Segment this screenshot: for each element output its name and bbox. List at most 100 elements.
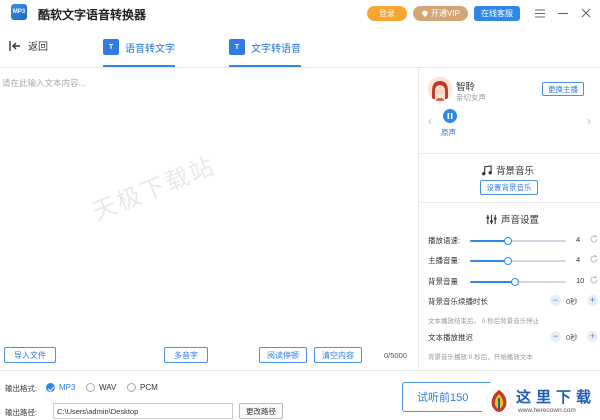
back-icon	[9, 40, 20, 51]
bgm-volume-slider[interactable]	[470, 278, 566, 286]
slider-label: 背景音量	[428, 277, 458, 286]
radio-checked-icon	[46, 383, 55, 392]
site-badge: 这里下载 www.herecown.com	[482, 383, 600, 420]
change-anchor-button[interactable]: 更换主播	[542, 82, 584, 96]
anchor-section: 智聆 亲切女声 更换主播 ‹ › 原声	[419, 69, 600, 153]
chevron-right-icon[interactable]: ›	[587, 114, 591, 128]
bgm-volume-slider-row: 背景音量 10	[428, 275, 599, 288]
menu-icon[interactable]	[532, 5, 548, 21]
slider-fill	[470, 281, 516, 283]
polyphone-button[interactable]: 多音字	[164, 347, 208, 363]
radio-label: MP3	[59, 383, 76, 392]
tab-icon-text: T	[108, 43, 114, 51]
stepper-label: 背景音乐续播时长	[428, 297, 488, 306]
app-title: 酷软文字语音转换器	[38, 8, 147, 22]
slider-handle[interactable]	[511, 278, 520, 286]
text-delay-hint: 背景音乐播放 0 秒后，开始播放文本	[428, 354, 533, 361]
radio-unchecked-icon	[127, 383, 136, 392]
slider-value: 4	[576, 255, 581, 264]
slider-fill	[470, 240, 509, 242]
tab-text-to-speech[interactable]: T 文字转语音	[229, 32, 301, 67]
preview-button[interactable]: 试听前150	[402, 382, 492, 412]
text-to-speech-icon: T	[229, 39, 245, 55]
slider-value: 4	[576, 235, 581, 244]
slider-label: 主播音量:	[428, 256, 461, 265]
radio-unchecked-icon	[86, 383, 95, 392]
anchor-description: 亲切女声	[456, 93, 486, 102]
increase-button[interactable]: +	[587, 295, 598, 306]
site-logo-icon	[486, 388, 512, 414]
radio-label: WAV	[99, 383, 117, 392]
tab-label: 语音转文字	[125, 43, 175, 55]
pause-icon	[447, 113, 453, 119]
sound-settings-title: 声音设置	[486, 212, 539, 226]
tab-speech-to-text[interactable]: T 语音转文字	[103, 32, 175, 67]
vip-label: 开通VIP	[431, 9, 460, 18]
slider-label: 播放语速:	[428, 236, 461, 245]
app-logo-icon: MP3	[11, 4, 27, 20]
reset-icon[interactable]	[589, 254, 599, 264]
settings-panel: 智聆 亲切女声 更换主播 ‹ › 原声 背景音乐 设置背景音乐 声音设置 播放语…	[418, 69, 600, 369]
anchor-volume-slider[interactable]	[470, 257, 566, 265]
output-format-label: 输出格式:	[5, 384, 38, 393]
speech-rate-slider[interactable]	[470, 237, 566, 245]
equalizer-icon	[486, 214, 497, 224]
increase-button[interactable]: +	[587, 331, 598, 342]
diamond-icon	[421, 10, 429, 17]
stepper-value: 0秒	[566, 297, 578, 306]
slider-value: 10	[576, 276, 585, 285]
slider-fill	[470, 260, 509, 262]
back-label: 返回	[28, 42, 48, 53]
login-button[interactable]: 登录	[367, 6, 407, 21]
chevron-left-icon[interactable]: ‹	[428, 114, 432, 128]
app-logo-text: MP3	[12, 9, 26, 15]
music-note-icon	[482, 164, 492, 175]
change-path-button[interactable]: 更改路径	[239, 403, 283, 419]
output-path-input[interactable]	[53, 403, 233, 419]
title-bar: MP3 酷软文字语音转换器 登录 开通VIP 在线客服	[0, 0, 600, 26]
anchor-name: 智聆	[456, 82, 476, 93]
text-input[interactable]	[0, 69, 417, 339]
format-radio-pcm[interactable]: PCM	[127, 383, 158, 392]
decrease-button[interactable]: −	[550, 295, 561, 306]
voice-option-label: 原声	[441, 128, 456, 137]
radio-label: PCM	[140, 383, 158, 392]
slider-handle[interactable]	[504, 257, 513, 265]
avatar	[428, 77, 452, 101]
tab-underline	[103, 65, 175, 67]
clear-content-button[interactable]: 清空内容	[314, 347, 362, 363]
minimize-icon[interactable]	[555, 5, 571, 21]
reading-pause-button[interactable]: 阅读停顿	[259, 347, 307, 363]
tab-underline	[229, 65, 301, 67]
stepper-value: 0秒	[566, 333, 578, 342]
format-radio-wav[interactable]: WAV	[86, 383, 116, 392]
tab-icon-text: T	[234, 43, 240, 51]
output-path-label: 输出路径:	[5, 408, 38, 417]
site-name: 这里下载	[516, 388, 597, 406]
char-count: 0/5000	[384, 351, 407, 360]
sound-settings-title-text: 声音设置	[501, 215, 540, 226]
anchor-volume-slider-row: 主播音量: 4	[428, 254, 599, 267]
import-file-button[interactable]: 导入文件	[4, 347, 56, 363]
vip-button[interactable]: 开通VIP	[413, 6, 468, 21]
divider	[419, 153, 600, 154]
text-editor-area: 天极下载站 导入文件 多音字 阅读停顿 清空内容 0/5000	[0, 69, 417, 369]
format-radio-mp3[interactable]: MP3	[46, 383, 75, 392]
bgm-duration-hint: 文本播放结束后， 0 秒后背景音乐停止	[428, 318, 540, 325]
site-url: www.herecown.com	[518, 407, 576, 414]
stepper-label: 文本播放推迟	[428, 333, 473, 342]
text-delay-stepper: 文本播放推迟 − 0秒 +	[428, 331, 598, 345]
nav-bar: 返回 T 语音转文字 T 文字转语音	[0, 26, 600, 68]
voice-option-original[interactable]	[443, 109, 457, 123]
set-bgm-button[interactable]: 设置背景音乐	[480, 180, 538, 195]
back-button[interactable]: 返回	[8, 38, 48, 53]
reset-icon[interactable]	[589, 275, 599, 285]
reset-icon[interactable]	[589, 234, 599, 244]
bgm-title-text: 背景音乐	[496, 166, 535, 177]
slider-handle[interactable]	[504, 237, 513, 245]
online-service-button[interactable]: 在线客服	[474, 6, 520, 21]
decrease-button[interactable]: −	[550, 331, 561, 342]
close-icon[interactable]	[578, 5, 594, 21]
speech-rate-slider-row: 播放语速: 4	[428, 234, 599, 247]
bgm-duration-stepper: 背景音乐续播时长 − 0秒 +	[428, 295, 598, 309]
